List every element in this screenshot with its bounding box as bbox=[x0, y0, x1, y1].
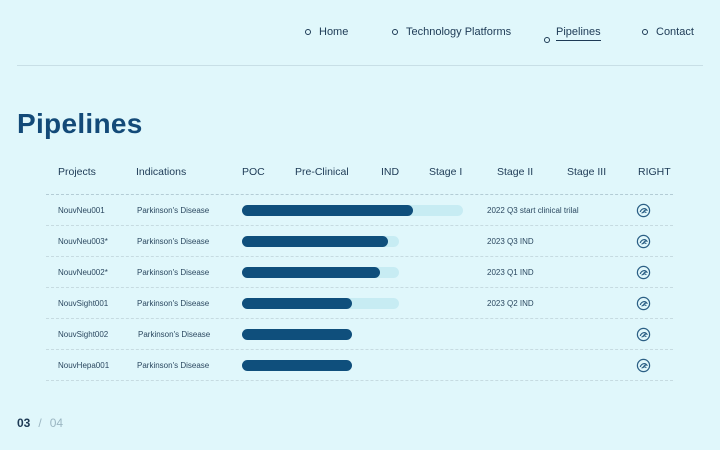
column-header-ind: IND bbox=[381, 166, 400, 178]
status-text: 2023 Q1 IND bbox=[487, 268, 534, 277]
indication: Parkinson's Disease bbox=[137, 206, 210, 215]
progress-track bbox=[242, 360, 352, 371]
nav-label: Pipelines bbox=[556, 26, 601, 41]
table-row: NouvSight002 Parkinson's Disease bbox=[0, 319, 720, 350]
indication: Parkinson's Disease bbox=[137, 237, 210, 246]
progress-bar bbox=[242, 360, 352, 371]
page-title: Pipelines bbox=[17, 108, 143, 139]
status-text: 2023 Q2 IND bbox=[487, 299, 534, 308]
nav-label: Contact bbox=[656, 26, 694, 38]
nav-bullet-icon bbox=[642, 29, 648, 35]
table-header: Projects Indications POC Pre-Clinical IN… bbox=[0, 166, 720, 182]
column-header-stage-2: Stage II bbox=[497, 166, 534, 178]
status-text: 2022 Q3 start clinical trilal bbox=[487, 206, 579, 215]
column-header-stage-1: Stage I bbox=[429, 166, 463, 178]
column-header-stage-3: Stage III bbox=[567, 166, 607, 178]
ribbon-logo-icon[interactable] bbox=[636, 327, 651, 342]
progress-bar bbox=[242, 298, 352, 309]
progress-bar bbox=[242, 329, 352, 340]
progress-track bbox=[242, 205, 463, 216]
project-name: NouvSight002 bbox=[58, 330, 109, 339]
header-divider bbox=[17, 65, 703, 66]
column-header-right: RIGHT bbox=[638, 166, 671, 178]
status-text: 2023 Q3 IND bbox=[487, 237, 534, 246]
nav-label: Home bbox=[319, 26, 349, 38]
nav-bullet-icon bbox=[392, 29, 398, 35]
table-row: NouvNeu001 Parkinson's Disease 2022 Q3 s… bbox=[0, 195, 720, 226]
indication: Parkinson's Disease bbox=[137, 268, 210, 277]
project-name: NouvNeu002* bbox=[58, 268, 108, 277]
column-header-poc: POC bbox=[242, 166, 265, 178]
project-name: NouvNeu001 bbox=[58, 206, 105, 215]
column-header-indications: Indications bbox=[136, 166, 187, 178]
nav-item-pipelines[interactable]: Pipelines bbox=[544, 26, 601, 43]
column-header-pre-clinical: Pre-Clinical bbox=[295, 166, 349, 178]
ribbon-logo-icon[interactable] bbox=[636, 265, 651, 280]
ribbon-logo-icon[interactable] bbox=[636, 234, 651, 249]
indication: Parkinson's Disease bbox=[137, 299, 210, 308]
nav-bullet-icon bbox=[544, 36, 550, 43]
table-row: NouvSight001 Parkinson's Disease 2023 Q2… bbox=[0, 288, 720, 319]
progress-track bbox=[242, 329, 352, 340]
indication: Parkinson's Disease bbox=[137, 361, 210, 370]
ribbon-logo-icon[interactable] bbox=[636, 358, 651, 373]
progress-track bbox=[242, 298, 399, 309]
indication: Parkinson's Disease bbox=[138, 330, 211, 339]
table-row: NouvHepa001 Parkinson's Disease bbox=[0, 350, 720, 381]
ribbon-logo-icon[interactable] bbox=[636, 296, 651, 311]
nav-bullet-icon bbox=[305, 29, 311, 35]
top-nav: Home Technology Platforms Pipelines Cont… bbox=[0, 26, 720, 46]
nav-item-contact[interactable]: Contact bbox=[642, 26, 694, 38]
current-page[interactable]: 03 bbox=[17, 416, 30, 430]
table-row: NouvNeu003* Parkinson's Disease 2023 Q3 … bbox=[0, 226, 720, 257]
project-name: NouvHepa001 bbox=[58, 361, 110, 370]
nav-item-technology-platforms[interactable]: Technology Platforms bbox=[392, 26, 511, 38]
ribbon-logo-icon[interactable] bbox=[636, 203, 651, 218]
project-name: NouvNeu003* bbox=[58, 237, 108, 246]
slide-pager: 03 / 04 bbox=[17, 416, 63, 430]
nav-label: Technology Platforms bbox=[406, 26, 512, 38]
total-pages[interactable]: 04 bbox=[50, 416, 63, 430]
row-divider bbox=[46, 380, 673, 381]
progress-track bbox=[242, 267, 399, 278]
column-header-projects: Projects bbox=[58, 166, 96, 178]
table-row: NouvNeu002* Parkinson's Disease 2023 Q1 … bbox=[0, 257, 720, 288]
project-name: NouvSight001 bbox=[58, 299, 109, 308]
progress-bar bbox=[242, 267, 380, 278]
progress-track bbox=[242, 236, 399, 247]
progress-bar bbox=[242, 205, 413, 216]
nav-item-home[interactable]: Home bbox=[305, 26, 348, 38]
pager-separator: / bbox=[38, 416, 42, 430]
progress-bar bbox=[242, 236, 388, 247]
